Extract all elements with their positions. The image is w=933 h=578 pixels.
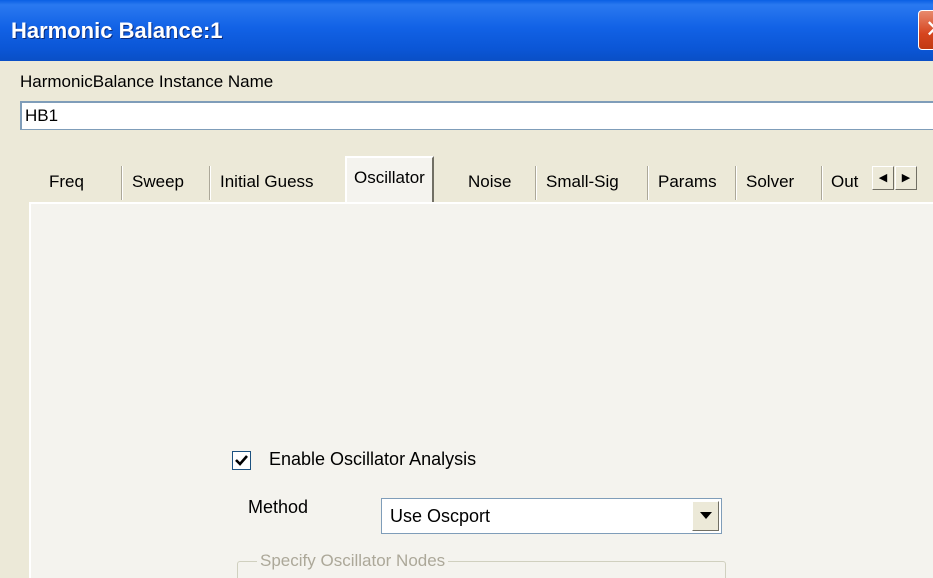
method-select[interactable]: Use Oscport (381, 498, 722, 534)
tab-oscillator[interactable]: Oscillator (345, 156, 434, 202)
title-bar[interactable]: Harmonic Balance:1 ✕ (0, 0, 933, 61)
scroll-left-icon: ◀ (878, 171, 888, 184)
tab-scroll-right-button[interactable]: ▶ (895, 166, 917, 190)
tab-solver[interactable]: Solver (746, 162, 794, 202)
chevron-down-icon (700, 512, 712, 519)
enable-oscillator-label[interactable]: Enable Oscillator Analysis (269, 449, 476, 470)
tab-separator (647, 166, 649, 200)
checkmark-icon (235, 455, 248, 466)
window-title: Harmonic Balance:1 (11, 18, 223, 43)
tab-separator (209, 166, 211, 200)
oscillator-nodes-group-label: Specify Oscillator Nodes (257, 551, 449, 571)
close-button[interactable]: ✕ (918, 10, 933, 50)
method-label: Method (248, 497, 309, 517)
tab-freq[interactable]: Freq (49, 162, 84, 202)
tab-separator (735, 166, 737, 200)
enable-oscillator-checkbox[interactable] (232, 451, 251, 470)
tab-initial-guess[interactable]: Initial Guess (220, 162, 314, 202)
dropdown-button[interactable] (692, 501, 719, 531)
tab-separator (121, 166, 123, 200)
scroll-right-icon: ▶ (901, 171, 911, 184)
tab-noise[interactable]: Noise (468, 162, 511, 202)
instance-name-label: HarmonicBalance Instance Name (20, 72, 274, 91)
tab-scroll-left-button[interactable]: ◀ (872, 166, 894, 190)
tab-out[interactable]: Out (831, 162, 873, 202)
tab-strip: Freq Sweep Initial Guess Oscillator Nois… (33, 156, 893, 202)
tab-params[interactable]: Params (658, 162, 717, 202)
tab-separator (821, 166, 823, 200)
method-select-value: Use Oscport (390, 506, 491, 526)
tab-small-sig[interactable]: Small-Sig (546, 162, 619, 202)
instance-name-input[interactable]: HB1 (20, 101, 933, 130)
close-icon: ✕ (925, 15, 933, 43)
harmonic-balance-dialog: Harmonic Balance:1 ✕ HarmonicBalance Ins… (0, 0, 933, 578)
tab-sweep[interactable]: Sweep (132, 162, 184, 202)
tab-separator (535, 166, 537, 200)
